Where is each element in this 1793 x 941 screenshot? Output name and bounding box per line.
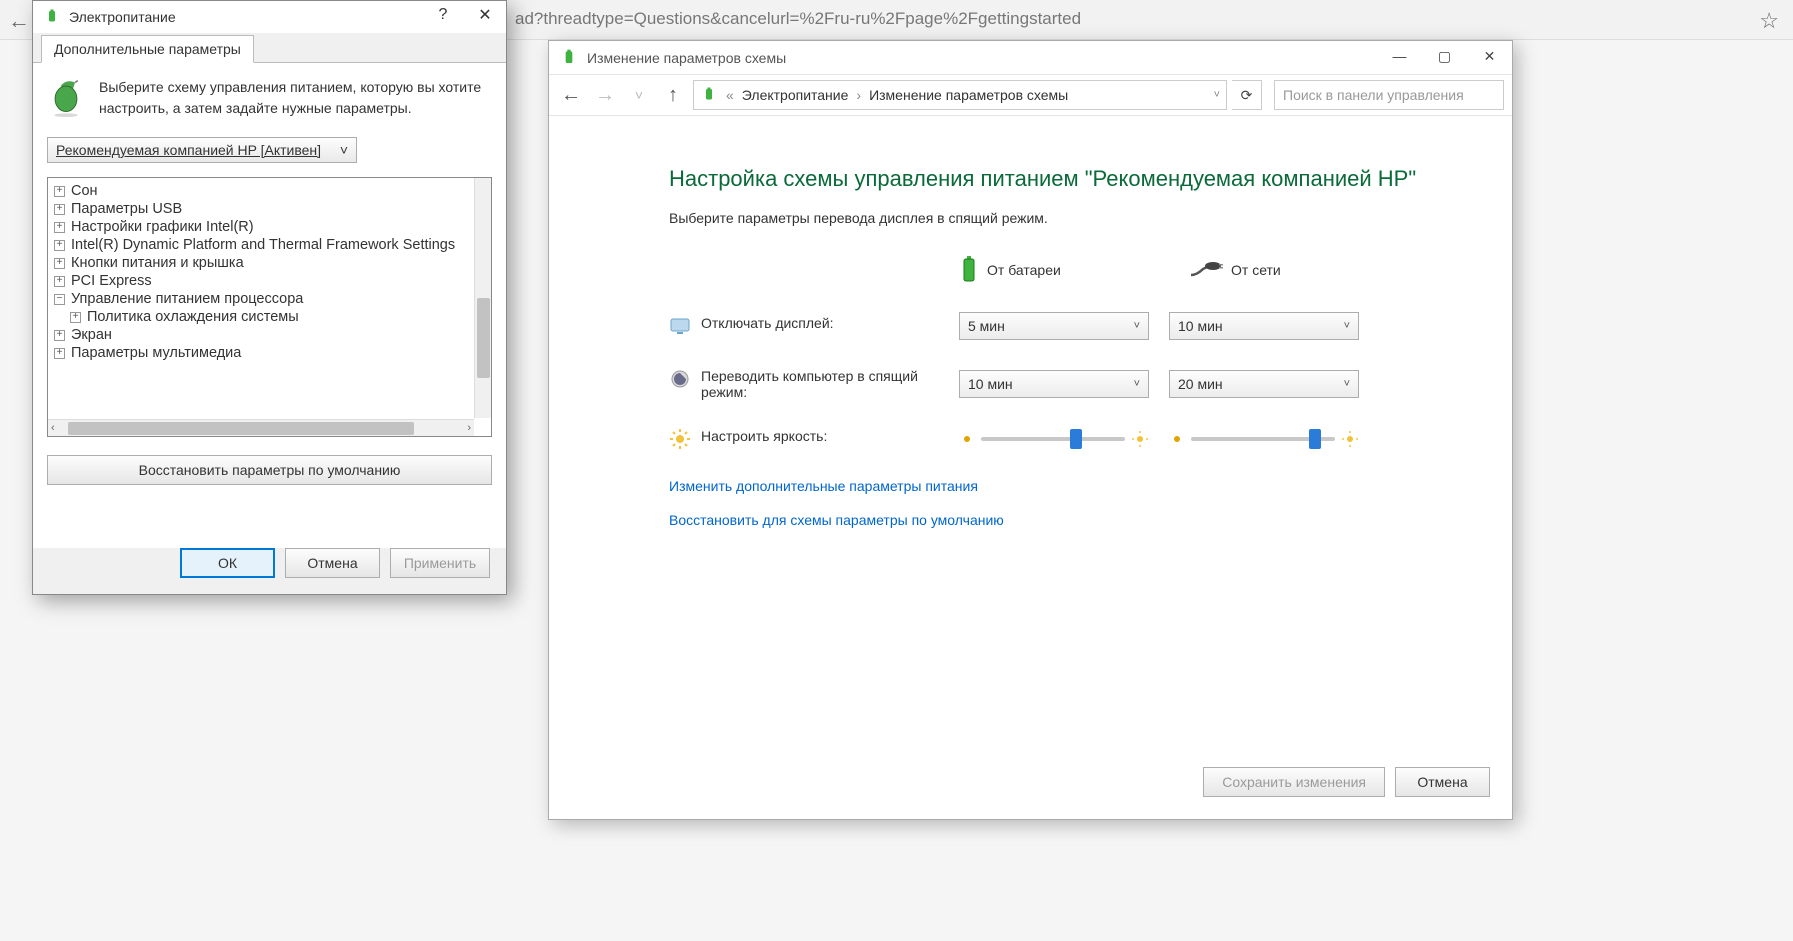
help-button[interactable]: ? [422, 1, 464, 29]
sun-large-icon [1341, 430, 1359, 448]
breadcrumb-sep: › [856, 87, 861, 103]
combo-value: 10 мин [968, 376, 1013, 392]
slider-thumb[interactable] [1309, 429, 1321, 449]
breadcrumb[interactable]: « Электропитание › Изменение параметров … [693, 80, 1227, 110]
brightness-icon [669, 428, 691, 450]
sleep-ac-combo[interactable]: 20 мин ˅ [1169, 370, 1359, 398]
close-button[interactable]: ✕ [464, 1, 506, 29]
brightness-battery-slider[interactable] [959, 430, 1149, 448]
minimize-button[interactable]: — [1377, 41, 1422, 71]
url-text: ad?threadtype=Questions&cancelurl=%2Fru-… [515, 9, 1081, 29]
recent-locations-icon[interactable]: ˅ [625, 87, 653, 103]
sleep-icon [669, 368, 691, 390]
edit-plan-window: Изменение параметров схемы — ▢ ✕ ← → ˅ ↑… [548, 40, 1513, 820]
breadcrumb-icon [700, 86, 718, 104]
restore-defaults-button[interactable]: Восстановить параметры по умолчанию [47, 455, 492, 485]
tree-node-cooling-policy[interactable]: +Политика охлаждения системы [48, 308, 491, 326]
refresh-button[interactable]: ⟳ [1232, 80, 1262, 110]
crumb-edit[interactable]: Изменение параметров схемы [869, 87, 1068, 103]
dialog-intro-text: Выберите схему управления питанием, кото… [99, 77, 492, 119]
save-changes-button: Сохранить изменения [1203, 767, 1385, 797]
search-input[interactable]: Поиск в панели управления [1274, 80, 1504, 110]
horizontal-scrollbar[interactable]: ‹ › [48, 419, 474, 436]
crumb-dropdown-icon[interactable]: ˅ [1214, 89, 1220, 101]
advanced-settings-link[interactable]: Изменить дополнительные параметры питани… [669, 478, 1472, 494]
row-sleep-label: Переводить компьютер в спящий режим: [701, 368, 941, 400]
address-bar-row: ← → ˅ ↑ « Электропитание › Изменение пар… [549, 74, 1512, 116]
display-battery-combo[interactable]: 5 мин ˅ [959, 312, 1149, 340]
nav-up-icon[interactable]: ↑ [659, 84, 687, 107]
tree-node-usb[interactable]: +Параметры USB [48, 200, 491, 218]
sun-small-icon [1169, 431, 1185, 447]
chevron-down-icon: ˅ [1344, 378, 1350, 390]
row-display-label: Отключать дисплей: [701, 315, 834, 331]
back-arrow-icon[interactable]: ← [8, 8, 30, 34]
chevron-down-icon: ˅ [1134, 320, 1140, 332]
window-title: Изменение параметров схемы [587, 50, 786, 66]
sleep-battery-combo[interactable]: 10 мин ˅ [959, 370, 1149, 398]
maximize-button[interactable]: ▢ [1422, 41, 1467, 71]
tab-advanced[interactable]: Дополнительные параметры [41, 35, 254, 63]
scrollbar-thumb[interactable] [477, 298, 490, 378]
tree-node-multimedia[interactable]: +Параметры мультимедиа [48, 344, 491, 362]
tree-node-display[interactable]: +Экран [48, 326, 491, 344]
tree-node-sleep[interactable]: +Сон [48, 182, 491, 200]
page-subtitle: Выберите параметры перевода дисплея в сп… [669, 210, 1472, 226]
cancel-button[interactable]: Отмена [285, 548, 380, 578]
dialog-title: Электропитание [69, 9, 176, 25]
tree-node-pci-express[interactable]: +PCI Express [48, 272, 491, 290]
close-button[interactable]: ✕ [1467, 41, 1512, 71]
combo-value: 20 мин [1178, 376, 1223, 392]
power-options-dialog: Электропитание ? ✕ Дополнительные параме… [32, 0, 507, 595]
chevron-down-icon: ˅ [1344, 320, 1350, 332]
power-large-icon [47, 77, 85, 117]
chevron-down-icon: ˅ [1134, 378, 1140, 390]
nav-forward-icon: → [591, 84, 619, 107]
col-header-battery: От батареи [959, 256, 1149, 284]
vertical-scrollbar[interactable] [474, 178, 491, 418]
page-title: Настройка схемы управления питанием "Рек… [669, 166, 1472, 192]
sun-large-icon [1131, 430, 1149, 448]
col-header-ac: От сети [1189, 256, 1379, 284]
brightness-ac-slider[interactable] [1169, 430, 1359, 448]
settings-tree[interactable]: +Сон +Параметры USB +Настройки графики I… [47, 177, 492, 437]
scroll-left-icon[interactable]: ‹ [51, 422, 55, 434]
row-brightness-label: Настроить яркость: [701, 428, 827, 444]
titlebar: Электропитание ? ✕ [33, 1, 506, 33]
scheme-value: Рекомендуемая компанией HP [Активен] [56, 142, 321, 158]
slider-track[interactable] [1191, 437, 1335, 441]
apply-button: Применить [390, 548, 490, 578]
combo-value: 5 мин [968, 318, 1005, 334]
tree-node-intel-dptf[interactable]: +Intel(R) Dynamic Platform and Thermal F… [48, 236, 491, 254]
plug-icon [1189, 261, 1223, 279]
display-ac-combo[interactable]: 10 мин ˅ [1169, 312, 1359, 340]
power-app-icon [43, 8, 61, 26]
sun-small-icon [959, 431, 975, 447]
tab-strip: Дополнительные параметры [33, 33, 506, 63]
display-off-icon [669, 315, 691, 337]
ok-button[interactable]: ОК [180, 548, 275, 578]
tree-node-intel-graphics[interactable]: +Настройки графики Intel(R) [48, 218, 491, 236]
tree-node-processor-power[interactable]: −Управление питанием процессора [48, 290, 491, 308]
scheme-dropdown[interactable]: Рекомендуемая компанией HP [Активен] ˅ [47, 137, 357, 163]
bookmark-star-icon[interactable]: ☆ [1759, 8, 1779, 34]
search-placeholder: Поиск в панели управления [1283, 87, 1464, 103]
nav-back-icon[interactable]: ← [557, 84, 585, 107]
scrollbar-thumb[interactable] [68, 422, 414, 435]
titlebar: Изменение параметров схемы — ▢ ✕ [549, 41, 1512, 74]
scroll-right-icon[interactable]: › [467, 422, 471, 434]
crumb-power[interactable]: Электропитание [742, 87, 849, 103]
restore-defaults-link[interactable]: Восстановить для схемы параметры по умол… [669, 512, 1472, 528]
cancel-button[interactable]: Отмена [1395, 767, 1490, 797]
slider-thumb[interactable] [1070, 429, 1082, 449]
slider-track[interactable] [981, 437, 1125, 441]
chevron-down-icon: ˅ [340, 142, 348, 158]
tree-node-power-buttons[interactable]: +Кнопки питания и крышка [48, 254, 491, 272]
power-app-icon [559, 48, 579, 68]
col-battery-label: От батареи [987, 262, 1061, 278]
breadcrumb-sep: « [726, 87, 734, 103]
combo-value: 10 мин [1178, 318, 1223, 334]
col-ac-label: От сети [1231, 262, 1281, 278]
battery-icon [959, 256, 979, 284]
